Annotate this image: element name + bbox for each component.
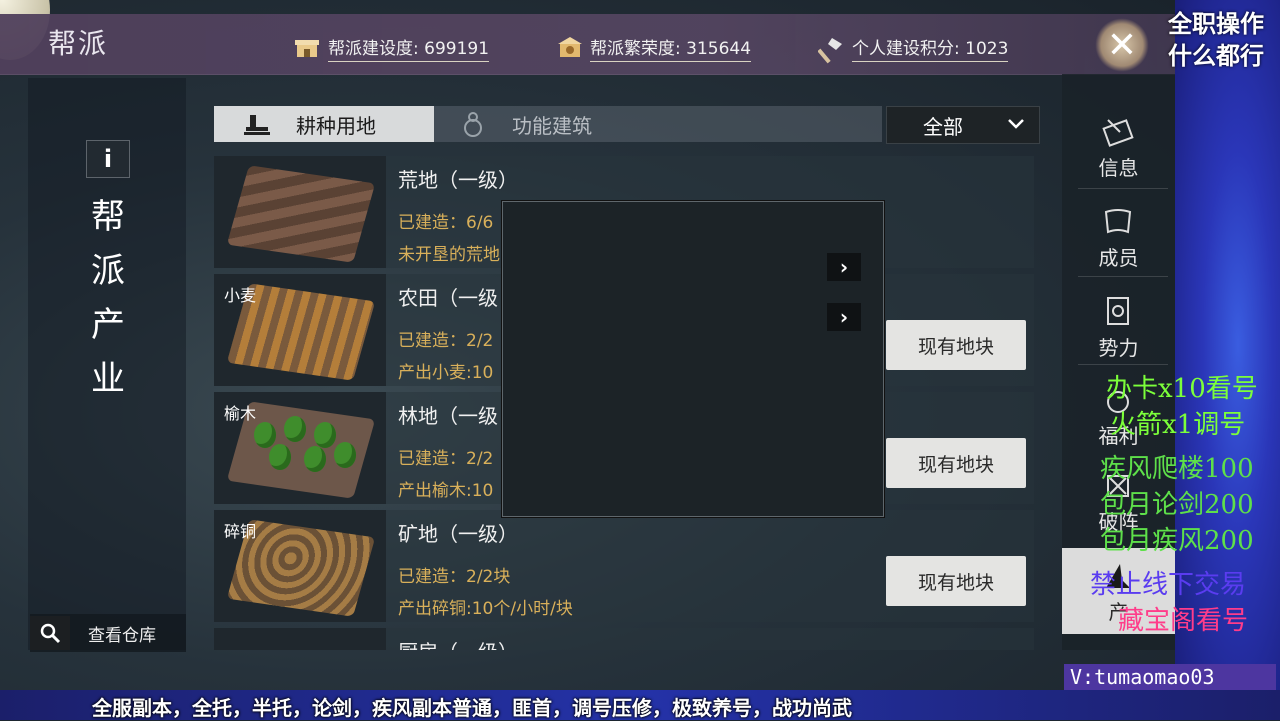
existing-plots-button[interactable]: 现有地块 [886, 320, 1026, 370]
plow-icon [242, 111, 272, 137]
promo-line: 办卡x10看号 [1106, 374, 1258, 404]
chevron-right-icon: › [839, 255, 849, 279]
list-item-kitchen: 厨房（一级） [214, 628, 1034, 650]
existing-plots-button[interactable]: 现有地块 [886, 438, 1026, 488]
page-title: 帮派 [48, 27, 109, 60]
temple-icon [556, 36, 582, 60]
scroll-icon [1100, 206, 1136, 238]
filter-dropdown[interactable]: 全部 [886, 106, 1040, 144]
view-warehouse-button[interactable]: 查看仓库 [30, 614, 186, 652]
promo-line: 包月论剑200 [1100, 490, 1254, 520]
prosperity-stat: 帮派繁荣度: 315644 [556, 34, 752, 62]
promo-line: 包月疾风200 [1100, 526, 1254, 556]
tab-farmland[interactable]: 耕种用地 [214, 106, 434, 142]
wasteland-image [214, 156, 386, 268]
letter-icon [1100, 116, 1136, 148]
popup-panel: › › [502, 201, 884, 517]
chevron-right-icon: › [839, 305, 849, 329]
close-button[interactable]: ✕ [1092, 16, 1152, 74]
nav-item-info[interactable]: 信息 [1062, 104, 1175, 190]
personal-points-stat: 个人建设积分: 1023 [817, 34, 1009, 64]
nav-item-members[interactable]: 成员 [1062, 194, 1175, 280]
bottom-banner-text: 全服副本，全托，半托，论剑，疾风副本普通，匪首，调号压修，极致养号，战功尚武 [92, 696, 852, 720]
forest-image: 榆木 [214, 392, 386, 504]
close-icon: ✕ [1106, 24, 1138, 66]
promo-line: 火箭x1调号 [1110, 410, 1246, 440]
nav-item-faction[interactable]: 势力 [1062, 284, 1175, 370]
tab-row: 耕种用地 功能建筑 全部 [212, 106, 1042, 144]
banner-icon [1100, 296, 1136, 328]
next-arrow-button[interactable]: › [827, 303, 861, 331]
info-button[interactable]: i [86, 140, 130, 178]
kitchen-image [214, 628, 386, 650]
chevron-down-icon [1007, 115, 1025, 134]
gourd-icon [458, 111, 488, 137]
promo-line: 疾风爬楼100 [1100, 454, 1254, 484]
overlay-top-line1: 全职操作 [1168, 10, 1264, 38]
promo-line: 禁止线下交易 [1090, 570, 1247, 600]
section-vertical-title: 帮 派 产 业 [91, 197, 125, 399]
list-item-mine: 碎铜 矿地（一级） 已建造：2/2块 产出碎铜:10个/小时/块 现有地块 [214, 510, 1034, 622]
promo-line: 藏宝阁看号 [1118, 606, 1249, 636]
axe-icon [817, 36, 844, 64]
building-icon [294, 36, 320, 60]
existing-plots-button[interactable]: 现有地块 [886, 556, 1026, 606]
next-arrow-button[interactable]: › [827, 253, 861, 281]
overlay-top-line2: 什么都行 [1168, 42, 1264, 70]
tab-buildings[interactable]: 功能建筑 [434, 106, 882, 142]
wechat-id-banner: V:tumaomao03 [1064, 664, 1276, 690]
copper-mine-image: 碎铜 [214, 510, 386, 622]
search-icon [30, 616, 70, 650]
wheat-field-image: 小麦 [214, 274, 386, 386]
construction-stat: 帮派建设度: 699191 [294, 34, 490, 62]
